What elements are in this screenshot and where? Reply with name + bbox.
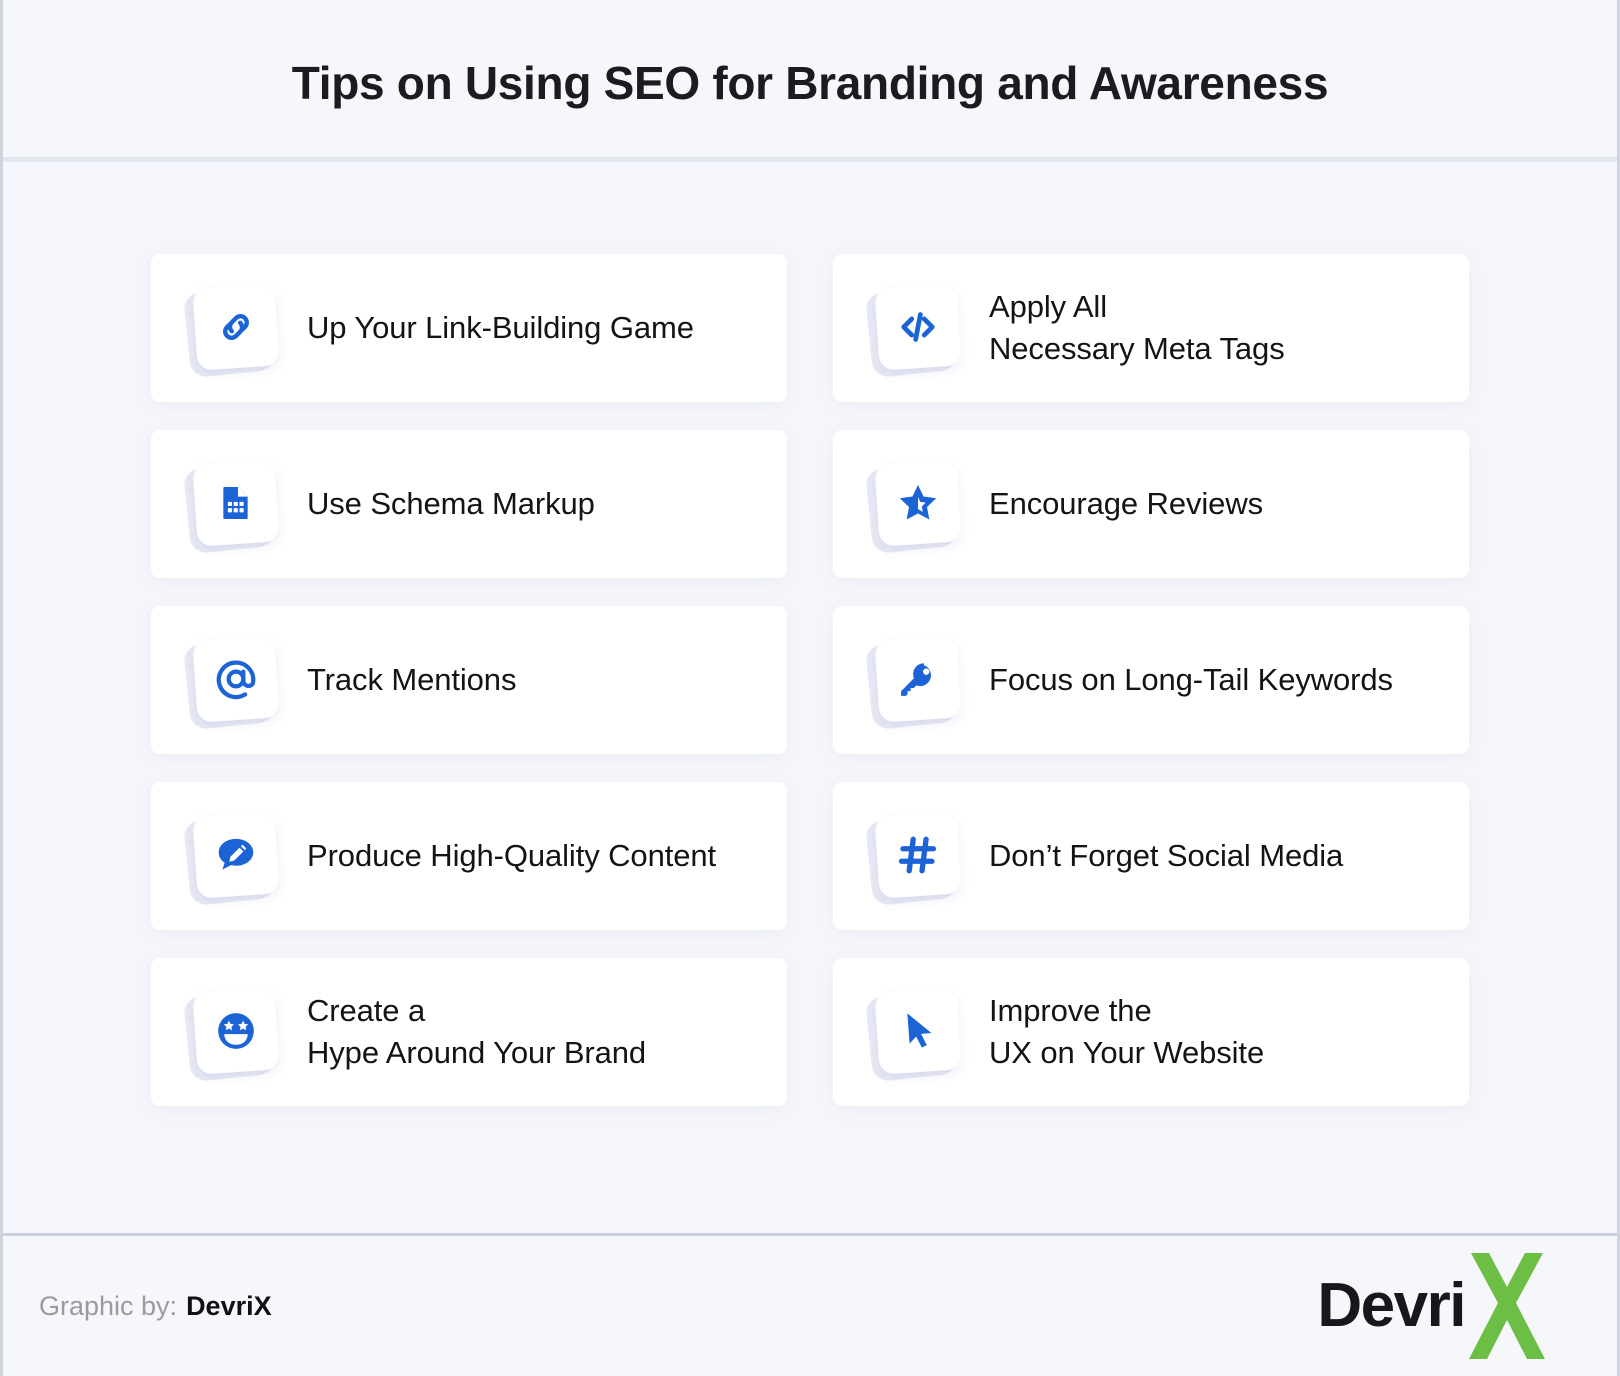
logo-x-mark xyxy=(1469,1253,1545,1359)
tip-label: Use Schema Markup xyxy=(307,486,595,521)
tip-label: Encourage Reviews xyxy=(989,486,1264,521)
tip-label: Apply All Necessary Meta Tags xyxy=(989,289,1285,366)
at-sign-icon xyxy=(192,635,280,723)
logo-wordmark: Devri xyxy=(1317,1271,1466,1340)
speech-bubble-pencil-icon xyxy=(192,811,280,899)
star-icon xyxy=(874,459,962,547)
devrix-logo[interactable]: Devri xyxy=(1317,1247,1555,1365)
icon-tile xyxy=(191,987,280,1075)
icon-tile xyxy=(191,635,280,723)
tip-label: Focus on Long-Tail Keywords xyxy=(989,662,1393,697)
icon-tile xyxy=(191,459,280,547)
tip-card-encourage-reviews[interactable]: Encourage Reviews xyxy=(833,430,1469,578)
link-icon xyxy=(192,283,280,371)
tips-grid: Up Your Link-Building Game Apply All Nec… xyxy=(151,254,1469,1106)
tips-section: Up Your Link-Building Game Apply All Nec… xyxy=(3,162,1617,1233)
credit-brand: DevriX xyxy=(186,1290,272,1321)
tip-card-track-mentions[interactable]: Track Mentions xyxy=(151,606,787,754)
tip-card-meta-tags[interactable]: Apply All Necessary Meta Tags xyxy=(833,254,1469,402)
tip-card-long-tail-keywords[interactable]: Focus on Long-Tail Keywords xyxy=(833,606,1469,754)
code-brackets-icon xyxy=(874,283,962,371)
tip-label: Don’t Forget Social Media xyxy=(989,838,1344,873)
hashtag-icon xyxy=(874,811,962,899)
tip-card-high-quality-content[interactable]: Produce High-Quality Content xyxy=(151,782,787,930)
icon-tile xyxy=(873,459,962,547)
tip-label: Produce High-Quality Content xyxy=(307,838,717,873)
document-grid-icon xyxy=(192,459,280,547)
tip-card-improve-ux[interactable]: Improve the UX on Your Website xyxy=(833,958,1469,1106)
tip-card-schema-markup[interactable]: Use Schema Markup xyxy=(151,430,787,578)
tip-label: Improve the UX on Your Website xyxy=(989,993,1265,1070)
tip-card-brand-hype[interactable]: Create a Hype Around Your Brand xyxy=(151,958,787,1106)
footer: Graphic by: DevriX Devri xyxy=(3,1233,1617,1376)
icon-tile xyxy=(873,811,962,899)
tip-label: Up Your Link-Building Game xyxy=(307,310,694,345)
key-icon xyxy=(874,635,962,723)
icon-tile xyxy=(873,987,962,1075)
infographic-root: Tips on Using SEO for Branding and Aware… xyxy=(0,0,1620,1376)
tip-card-social-media[interactable]: Don’t Forget Social Media xyxy=(833,782,1469,930)
tip-label: Track Mentions xyxy=(307,662,517,697)
star-struck-face-icon xyxy=(192,987,280,1075)
header: Tips on Using SEO for Branding and Aware… xyxy=(3,0,1617,162)
icon-tile xyxy=(191,283,280,371)
page-title: Tips on Using SEO for Branding and Aware… xyxy=(291,56,1329,109)
cursor-arrow-icon xyxy=(874,987,962,1075)
icon-tile xyxy=(873,283,962,371)
credit-line: Graphic by: DevriX xyxy=(39,1291,272,1322)
tip-label: Create a Hype Around Your Brand xyxy=(307,993,647,1070)
icon-tile xyxy=(873,635,962,723)
icon-tile xyxy=(191,811,280,899)
tip-card-link-building[interactable]: Up Your Link-Building Game xyxy=(151,254,787,402)
credit-prefix: Graphic by: xyxy=(39,1290,178,1321)
